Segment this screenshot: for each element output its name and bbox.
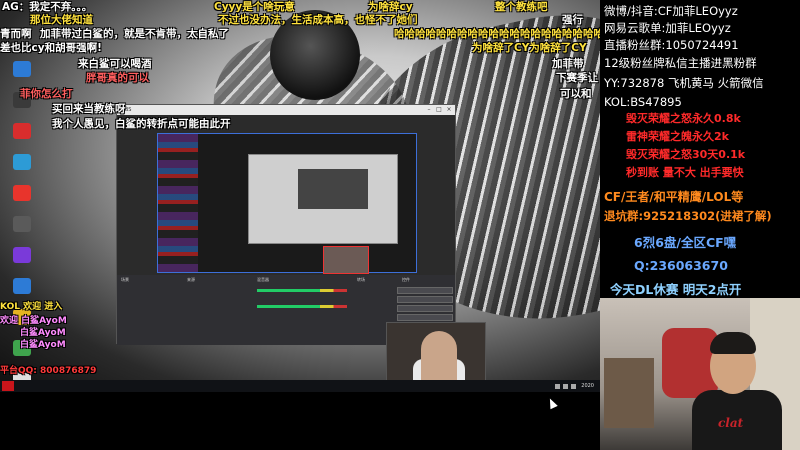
promo-line: 毁灭荣耀之怒30天0.1k <box>626 148 746 161</box>
chat-line: 白鲨AyoM <box>20 340 66 350</box>
promo-line: 毁灭荣耀之怒永久0.8k <box>626 112 741 125</box>
obs-preview-canvas[interactable] <box>157 133 417 274</box>
danmaku-message: 加菲带过白鲨的，就是不肯带，太自私了 <box>40 28 229 40</box>
app-icon <box>13 123 31 139</box>
app-icon <box>13 278 31 294</box>
obs-titlebar[interactable]: OBS – □ × <box>117 105 455 115</box>
taskbar-clock[interactable]: 2020 <box>581 383 594 389</box>
dock-header-scenes: 场景 <box>121 277 129 282</box>
danmaku-message: 为啥辞了CY为啥辞了CY <box>472 42 587 54</box>
volume-icon[interactable] <box>563 383 569 389</box>
desktop-webcam-overlay <box>386 322 486 380</box>
promo-server: 6烈6盘/全区CF嘿 <box>634 235 737 250</box>
danmaku-message: 那位大佬知道 <box>30 14 93 26</box>
nested-preview-inner <box>298 169 368 209</box>
danmaku-message: 可以和 <box>560 88 592 100</box>
danmaku-message: 加菲带 <box>552 58 584 70</box>
info-weibo: 微博/抖音:CF加菲LEOyyz <box>604 4 738 18</box>
danmaku-message: 菲你怎么打 <box>20 88 73 100</box>
desktop-shortcut-icon[interactable] <box>2 185 42 213</box>
stream-screen: OBS – □ × 场景 来源 混音器 转场 控件 2020 AG：我定不弃。。… <box>0 0 800 450</box>
black-bar <box>0 392 600 450</box>
danmaku-message: 哈哈哈哈哈哈哈哈哈哈哈哈哈哈哈哈哈哈哈哈哈 <box>394 28 615 40</box>
promo-group: 退坑群:925218302(进裙了解) <box>604 209 772 223</box>
desktop-shortcut-icon[interactable] <box>2 216 42 244</box>
start-button[interactable] <box>2 381 14 391</box>
danmaku-message: 强行 <box>562 14 583 26</box>
danmaku-message: 整个教练吧 <box>495 1 548 13</box>
webcam-source[interactable] <box>323 246 369 274</box>
nested-desktop-icons <box>158 134 198 272</box>
app-icon <box>13 154 31 170</box>
chat-line: 平台QQ: 800876879 <box>0 366 97 376</box>
app-icon <box>13 61 31 77</box>
dock-header-sources: 来源 <box>187 277 195 282</box>
app-icon <box>13 247 31 263</box>
webcam-shelf <box>604 358 654 428</box>
danmaku-message: 买回来当教练呀 <box>52 103 126 115</box>
minimize-icon[interactable]: – <box>425 106 433 114</box>
studio-mode-button[interactable] <box>397 305 453 312</box>
danmaku-message: 胖哥真的可以 <box>86 72 149 84</box>
info-fan-badge: 12级粉丝牌私信主播进黑粉群 <box>604 56 757 70</box>
desktop-shortcut-icon[interactable] <box>2 61 42 89</box>
obs-window[interactable]: OBS – □ × 场景 来源 混音器 转场 控件 <box>116 104 456 345</box>
audio-meter-mic <box>257 305 347 308</box>
promo-qq: Q:236063670 <box>634 258 728 273</box>
desktop-shortcut-icon[interactable] <box>2 154 42 182</box>
info-music: 网易云歌单:加菲LEOyyz <box>604 21 731 35</box>
info-fan-group: 直播粉丝群:1050724491 <box>604 38 739 52</box>
app-icon <box>13 185 31 201</box>
system-tray: 2020 <box>552 383 594 389</box>
promo-line: 秒到账 量不大 出手要快 <box>626 166 744 179</box>
schedule-notice: 今天DL休赛 明天2点开 <box>610 282 742 297</box>
danmaku-message: 差也比cy和胡哥强啊! <box>0 42 102 54</box>
promo-games: CF/王者/和平精鹰/LOL等 <box>604 190 744 204</box>
start-recording-button[interactable] <box>397 296 453 303</box>
settings-button[interactable] <box>397 314 453 321</box>
webcam-person <box>421 331 457 380</box>
desktop-wallpaper: OBS – □ × 场景 来源 混音器 转场 控件 <box>0 0 600 380</box>
info-kol: KOL:BS47895 <box>604 95 682 109</box>
maximize-icon[interactable]: □ <box>435 106 443 114</box>
tshirt-logo: clat <box>718 416 744 430</box>
desktop-shortcut-icon[interactable] <box>2 247 42 275</box>
danmaku-message: AG：我定不弃。。。 <box>2 1 93 13</box>
desktop-shortcut-icon[interactable] <box>2 123 42 151</box>
danmaku-message: 我个人愚见，白鲨的转折点可能由此开 <box>52 118 231 130</box>
danmaku-message: 来白鲨可以喝酒 <box>78 58 152 70</box>
dock-header-controls: 控件 <box>402 277 410 282</box>
danmaku-message: 为啥辞cy <box>368 1 413 13</box>
danmaku-message: 不过也没办法，生活成本高，也怪不了她们 <box>218 14 418 26</box>
network-icon[interactable] <box>555 383 561 389</box>
dock-header-transitions: 转场 <box>357 277 365 282</box>
info-yy: YY:732878 飞机黄马 火箭微信 <box>604 76 764 90</box>
audio-meter-desktop <box>257 289 347 292</box>
chat-line: 白鲨AyoM <box>20 328 66 338</box>
danmaku-message: 下赛季让 <box>556 72 598 84</box>
promo-line: 雷神荣耀之魄永久2k <box>626 130 729 143</box>
webcam-hair <box>710 332 756 354</box>
start-streaming-button[interactable] <box>397 287 453 294</box>
taskbar: 2020 <box>0 380 600 392</box>
app-icon <box>13 216 31 232</box>
close-icon[interactable]: × <box>445 106 453 114</box>
danmaku-message: Cyyy是个啥玩意 <box>214 1 295 13</box>
chat-line: KOL 欢迎 进入 <box>0 302 63 312</box>
input-method-icon[interactable] <box>571 383 577 389</box>
danmaku-message: 青而啊 <box>0 28 32 40</box>
streamer-webcam: clat <box>600 298 800 450</box>
dock-header-mixer: 混音器 <box>257 277 269 282</box>
chat-line: 欢迎 白鲨AyoM <box>0 316 67 326</box>
